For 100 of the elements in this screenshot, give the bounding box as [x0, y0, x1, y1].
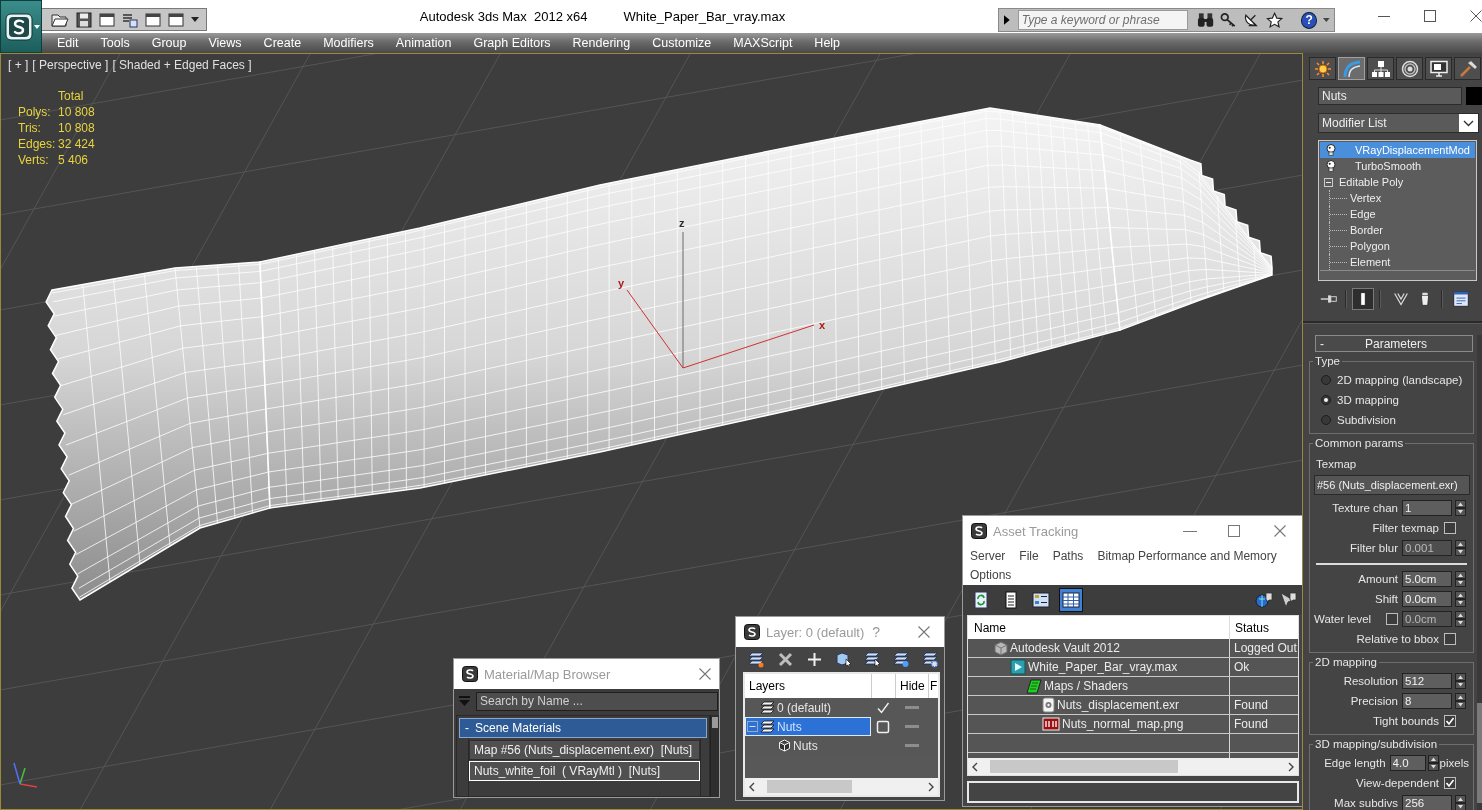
stack-item[interactable]: Vertex [1320, 190, 1475, 206]
layers-gear-icon[interactable] [922, 650, 939, 668]
number-field[interactable]: 256 [1402, 795, 1452, 810]
menu-item[interactable]: Help [803, 36, 852, 50]
menu-item[interactable]: Create [252, 36, 313, 50]
menu-item[interactable]: Tools [89, 36, 141, 50]
application-menu-button[interactable] [0, 0, 42, 53]
stack-item[interactable]: VRayDisplacementMod [1320, 142, 1475, 158]
asset-item[interactable]: Nuts_normal_map.png [968, 715, 1230, 733]
spinner-icon[interactable] [1455, 693, 1466, 709]
search-field[interactable]: Search by Name ... [476, 691, 718, 711]
viewport-label[interactable]: [ + ] [8, 58, 29, 72]
open-folder-icon[interactable] [51, 11, 69, 28]
asset-item[interactable]: Nuts_displacement.exr [968, 696, 1230, 714]
viewport-label[interactable]: [ Shaded + Edged Faces ] [112, 58, 252, 72]
star-icon[interactable] [1265, 12, 1284, 28]
menu-item[interactable]: Group [140, 36, 198, 50]
table-icon[interactable] [1059, 588, 1083, 612]
expand-arrow-icon[interactable] [1004, 15, 1010, 25]
close-icon[interactable] [1470, 10, 1482, 22]
checkbox[interactable] [1444, 777, 1456, 789]
collapse-icon[interactable] [747, 721, 758, 732]
close-icon[interactable] [699, 668, 711, 680]
window-icon[interactable] [99, 11, 115, 28]
spinner-icon[interactable] [1455, 795, 1466, 810]
stack-item[interactable]: Editable Poly [1320, 174, 1475, 190]
layers-cursor-icon[interactable] [864, 650, 881, 668]
number-field[interactable]: 8 [1402, 693, 1452, 709]
column-header[interactable]: Layers [745, 674, 871, 698]
scrollbar[interactable] [745, 778, 938, 795]
close-icon[interactable] [918, 626, 930, 638]
menu-item[interactable]: Edit [46, 36, 90, 50]
number-field[interactable]: 512 [1402, 673, 1452, 689]
close-icon[interactable] [1274, 525, 1286, 537]
command-tab[interactable] [1309, 57, 1336, 80]
color-swatch-icon[interactable] [1466, 87, 1482, 105]
menu-item[interactable]: Graph Editors [462, 36, 562, 50]
globe-bubble-icon[interactable] [1255, 591, 1273, 609]
menu-item[interactable]: Modifiers [312, 36, 385, 50]
checkbox[interactable] [1444, 522, 1456, 534]
layer-item[interactable]: Nuts [745, 736, 871, 755]
command-tab[interactable] [1454, 57, 1481, 80]
radio-button[interactable] [1321, 395, 1331, 405]
number-field[interactable]: 4.0 [1389, 755, 1426, 771]
layers-badge-icon[interactable] [748, 650, 765, 668]
menu-item[interactable]: Views [197, 36, 253, 50]
scrollbar[interactable] [710, 715, 719, 797]
scrollbar-thumb[interactable] [767, 780, 852, 793]
column-header[interactable]: Status [1230, 616, 1270, 639]
save-icon[interactable] [76, 11, 92, 28]
layer-item[interactable]: Nuts [745, 717, 871, 736]
radio-button[interactable] [1321, 375, 1331, 385]
column-header[interactable]: Name [968, 616, 1230, 639]
scrollbar-thumb[interactable] [712, 717, 718, 728]
collapse-toggle[interactable]: - [465, 721, 469, 735]
chevron-left-icon[interactable] [972, 761, 978, 772]
light-bulb-icon[interactable] [1326, 160, 1336, 172]
layer-item[interactable]: 0 (default) [745, 698, 871, 717]
viewport-label[interactable]: [ Perspective ] [32, 58, 109, 72]
chevron-right-icon[interactable] [1288, 761, 1294, 772]
delete-icon[interactable] [777, 650, 794, 668]
texmap-button[interactable]: #56 (Nuts_displacement.exr) [1314, 475, 1470, 495]
scrollbar[interactable] [1477, 335, 1482, 810]
menu-item[interactable]: MAXScript [722, 36, 804, 50]
cube-cursor-icon[interactable] [835, 650, 852, 668]
stack-item[interactable]: TurboSmooth [1320, 158, 1475, 174]
chevron-right-icon[interactable] [928, 781, 934, 792]
material-item[interactable]: Nuts_white_foil ( VRayMtl ) [Nuts] [469, 761, 700, 781]
caret-icon[interactable] [191, 17, 199, 22]
binoculars-icon[interactable] [1196, 12, 1214, 28]
lines-square-icon[interactable] [122, 11, 138, 28]
stack-item[interactable]: Border [1320, 222, 1475, 238]
spinner-icon[interactable] [1427, 755, 1439, 771]
window-icon[interactable] [145, 11, 161, 28]
spinner-icon[interactable] [1455, 571, 1466, 587]
stack-item[interactable]: Edge [1320, 206, 1475, 222]
vertical-bar-icon[interactable] [1352, 287, 1374, 310]
radio-button[interactable] [1321, 415, 1331, 425]
asset-item[interactable]: Maps / Shaders [968, 677, 1230, 695]
menu-item[interactable]: Customize [641, 36, 723, 50]
spinner-icon[interactable] [1455, 540, 1466, 556]
scrollbar[interactable] [968, 758, 1298, 775]
spinner-icon[interactable] [1455, 611, 1466, 627]
key-icon[interactable] [1219, 12, 1237, 28]
chevron-left-icon[interactable] [749, 781, 755, 792]
scrollbar-thumb[interactable] [1477, 703, 1482, 803]
add-icon[interactable] [806, 650, 823, 668]
stack-item[interactable]: Element [1320, 254, 1475, 270]
maximize-icon[interactable] [1424, 10, 1436, 22]
spinner-icon[interactable] [1455, 591, 1466, 607]
active-layer-toggle[interactable] [876, 719, 890, 734]
cursor-bubble-icon[interactable] [1279, 591, 1297, 609]
menu-item[interactable]: Paths [1052, 547, 1084, 566]
command-tab[interactable] [1425, 57, 1452, 80]
number-field[interactable]: 1 [1402, 500, 1452, 516]
rollout-header[interactable]: - Parameters [1315, 335, 1473, 352]
menu-item[interactable]: Bitmap Performance and Memory [1097, 547, 1277, 566]
satellite-dish-icon[interactable] [1242, 12, 1260, 28]
checkbox[interactable] [1444, 633, 1456, 645]
group-header[interactable]: - Scene Materials [459, 718, 707, 738]
